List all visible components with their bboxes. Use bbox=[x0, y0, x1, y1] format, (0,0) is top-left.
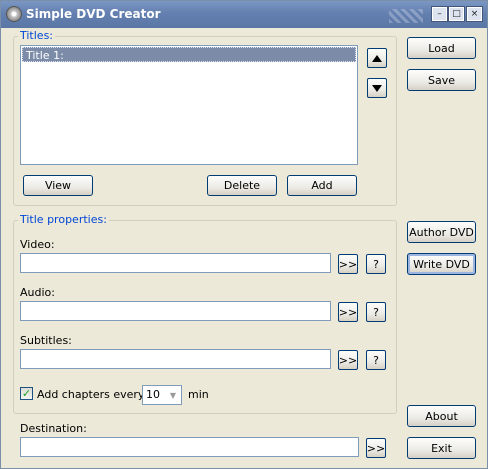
minimize-button[interactable]: – bbox=[431, 6, 448, 22]
add-button[interactable]: Add bbox=[287, 175, 357, 196]
dvd-icon bbox=[6, 6, 22, 22]
chapter-interval-value: 10 bbox=[146, 388, 160, 401]
checkmark-icon: ✓ bbox=[21, 387, 32, 400]
destination-field[interactable] bbox=[20, 437, 359, 457]
list-item[interactable]: Title 1: bbox=[22, 47, 356, 62]
video-field[interactable] bbox=[20, 253, 331, 273]
video-label: Video: bbox=[20, 238, 55, 251]
titles-group-label: Titles: bbox=[18, 29, 56, 42]
audio-label: Audio: bbox=[20, 286, 55, 299]
add-chapters-checkbox[interactable]: ✓ bbox=[20, 387, 33, 400]
save-button[interactable]: Save bbox=[407, 69, 476, 91]
audio-help-button[interactable]: ? bbox=[366, 302, 386, 322]
subtitles-label: Subtitles: bbox=[20, 334, 72, 347]
arrow-down-icon bbox=[372, 84, 382, 92]
arrow-up-icon bbox=[372, 54, 382, 62]
title-properties-group-label: Title properties: bbox=[18, 213, 109, 226]
delete-button[interactable]: Delete bbox=[207, 175, 277, 196]
title-bar[interactable]: Simple DVD Creator – □ × bbox=[1, 1, 487, 28]
video-browse-button[interactable]: >> bbox=[338, 254, 358, 274]
load-button[interactable]: Load bbox=[407, 37, 476, 59]
exit-button[interactable]: Exit bbox=[407, 437, 476, 459]
subtitles-browse-button[interactable]: >> bbox=[338, 350, 358, 370]
move-up-button[interactable] bbox=[367, 48, 387, 68]
chapter-interval-select[interactable]: 10 ▼ bbox=[142, 385, 182, 405]
subtitles-help-button[interactable]: ? bbox=[366, 350, 386, 370]
chapter-unit-label: min bbox=[188, 388, 209, 401]
add-chapters-label[interactable]: Add chapters every bbox=[37, 388, 144, 401]
video-help-button[interactable]: ? bbox=[366, 254, 386, 274]
move-down-button[interactable] bbox=[367, 78, 387, 98]
window-title: Simple DVD Creator bbox=[26, 7, 161, 21]
subtitles-field[interactable] bbox=[20, 349, 331, 369]
audio-field[interactable] bbox=[20, 301, 331, 321]
titlebar-decoration bbox=[389, 9, 423, 23]
audio-browse-button[interactable]: >> bbox=[338, 302, 358, 322]
titles-list[interactable]: Title 1: bbox=[20, 45, 358, 165]
chevron-down-icon[interactable]: ▼ bbox=[166, 387, 180, 403]
destination-browse-button[interactable]: >> bbox=[366, 438, 386, 458]
minimize-icon: – bbox=[437, 8, 442, 19]
about-button[interactable]: About bbox=[407, 405, 476, 427]
destination-label: Destination: bbox=[20, 422, 87, 435]
maximize-button[interactable]: □ bbox=[448, 6, 465, 22]
close-button[interactable]: × bbox=[466, 6, 483, 22]
author-dvd-button[interactable]: Author DVD bbox=[407, 221, 476, 243]
close-icon: × bbox=[470, 8, 479, 19]
maximize-icon: □ bbox=[452, 8, 461, 19]
view-button[interactable]: View bbox=[23, 175, 93, 196]
app-window: Simple DVD Creator – □ × Titles: Title 1… bbox=[0, 0, 488, 469]
write-dvd-button[interactable]: Write DVD bbox=[407, 253, 476, 275]
